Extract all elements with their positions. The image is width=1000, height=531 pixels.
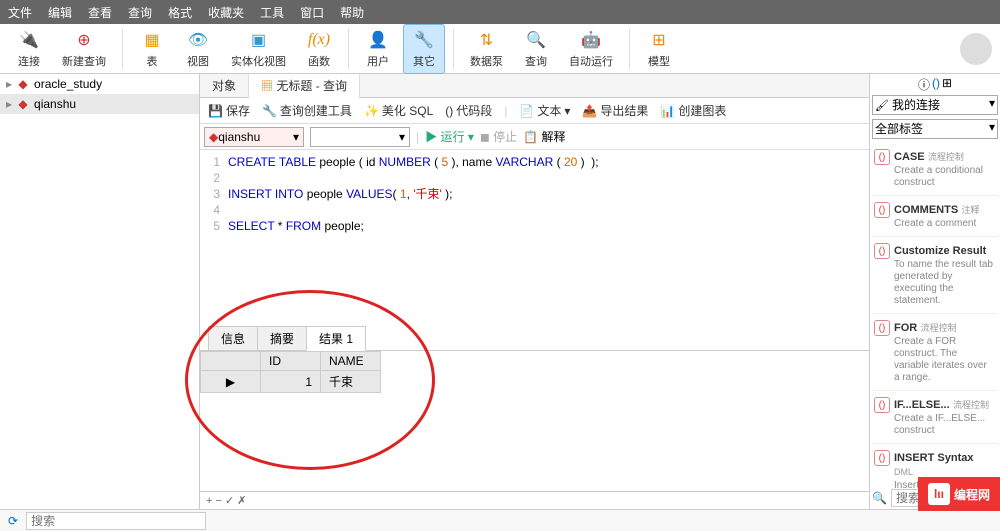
- editor-toolbar: 💾 保存 🔧 查询创建工具 ✨ 美化 SQL () 代码段 | 📄 文本 ▾ 📤…: [200, 98, 869, 124]
- toolbar-新建查询[interactable]: ⊕新建查询: [54, 25, 114, 73]
- snippet-CASE[interactable]: ()CASE 流程控制Create a conditional construc…: [872, 143, 998, 196]
- search-icon: 🔍: [872, 491, 887, 505]
- menubar: 文件编辑查看查询格式收藏夹工具窗口帮助: [0, 0, 1000, 24]
- col-id[interactable]: ID: [261, 352, 321, 371]
- snippet-button[interactable]: () 代码段: [445, 102, 492, 119]
- create-chart-button[interactable]: 📊 创建图表: [660, 102, 726, 119]
- toolbar-其它[interactable]: 🔧其它: [403, 24, 445, 74]
- toolbar-模型[interactable]: ⊞模型: [638, 25, 680, 73]
- toolbar-实体化视图[interactable]: ▣实体化视图: [223, 25, 294, 73]
- result-tab-结果 1[interactable]: 结果 1: [306, 326, 366, 351]
- cell[interactable]: 1: [261, 371, 321, 393]
- toolbar-自动运行[interactable]: 🤖自动运行: [561, 25, 621, 73]
- watermark-logo: lıı编程网: [918, 477, 1000, 511]
- bracket-icon[interactable]: (): [932, 76, 940, 93]
- snippet-Customize Result[interactable]: ()Customize Result To name the result ta…: [872, 237, 998, 314]
- menu-收藏夹[interactable]: 收藏夹: [208, 4, 244, 21]
- avatar[interactable]: [960, 33, 992, 65]
- schema-selector[interactable]: ▾: [310, 127, 410, 147]
- grid-icon[interactable]: ⊞: [942, 76, 952, 93]
- connection-tree: ▸◆oracle_study▸◆qianshu: [0, 74, 200, 509]
- main-toolbar: 🔌连接⊕新建查询 ▦表👁视图▣实体化视图f(x)函数 👤用户🔧其它 ⇅数据泵🔍查询🤖自…: [0, 24, 1000, 74]
- editor-tabs: 对象▦ 无标题 - 查询: [200, 74, 869, 98]
- menu-格式[interactable]: 格式: [168, 4, 192, 21]
- snippet-list: ()CASE 流程控制Create a conditional construc…: [872, 143, 998, 509]
- result-grid[interactable]: IDNAME ▶1千束: [200, 351, 869, 491]
- cell[interactable]: 千束: [321, 371, 381, 393]
- connection-filter[interactable]: 🖌 我的连接 ▾: [872, 95, 998, 115]
- toolbar-函数[interactable]: f(x)函数: [298, 25, 340, 73]
- menu-窗口[interactable]: 窗口: [300, 4, 324, 21]
- query-builder-button[interactable]: 🔧 查询创建工具: [262, 102, 352, 119]
- save-button[interactable]: 💾 保存: [208, 102, 250, 119]
- run-button[interactable]: ▶ 运行 ▾: [425, 128, 474, 145]
- statusbar: ⟳: [0, 509, 1000, 531]
- result-tab-信息[interactable]: 信息: [208, 326, 258, 350]
- tree-oracle_study[interactable]: ▸◆oracle_study: [0, 74, 199, 94]
- toolbar-查询[interactable]: 🔍查询: [515, 25, 557, 73]
- snippet-FOR[interactable]: ()FOR 流程控制Create a FOR construct. The va…: [872, 314, 998, 391]
- tree-qianshu[interactable]: ▸◆qianshu: [0, 94, 199, 114]
- snippet-IF...ELSE...[interactable]: ()IF...ELSE... 流程控制Create a IF...ELSE...…: [872, 391, 998, 444]
- menu-帮助[interactable]: 帮助: [340, 4, 364, 21]
- tree-search-input[interactable]: [26, 512, 206, 530]
- menu-查看[interactable]: 查看: [88, 4, 112, 21]
- toolbar-表[interactable]: ▦表: [131, 25, 173, 73]
- sql-editor[interactable]: 12345 CREATE TABLE people ( id NUMBER ( …: [200, 150, 869, 327]
- tag-filter[interactable]: 全部标签 ▾: [872, 119, 998, 139]
- menu-查询[interactable]: 查询: [128, 4, 152, 21]
- menu-文件[interactable]: 文件: [8, 4, 32, 21]
- tab-对象[interactable]: 对象: [200, 74, 249, 98]
- connection-bar: ◆ qianshu ▾ ▾ | ▶ 运行 ▾ ◼ 停止 📋 解释: [200, 124, 869, 150]
- toolbar-连接[interactable]: 🔌连接: [8, 25, 50, 73]
- toolbar-视图[interactable]: 👁视图: [177, 25, 219, 73]
- tab-无标题 - 查询[interactable]: ▦ 无标题 - 查询: [249, 74, 360, 98]
- export-result-button[interactable]: 📤 导出结果: [582, 102, 648, 119]
- menu-编辑[interactable]: 编辑: [48, 4, 72, 21]
- toolbar-用户[interactable]: 👤用户: [357, 25, 399, 73]
- snippet-COMMENTS[interactable]: ()COMMENTS 注释Create a comment: [872, 196, 998, 237]
- info-icon[interactable]: ⓘ: [918, 76, 930, 93]
- col-name[interactable]: NAME: [321, 352, 381, 371]
- toolbar-数据泵[interactable]: ⇅数据泵: [462, 25, 511, 73]
- db-selector[interactable]: ◆ qianshu ▾: [204, 127, 304, 147]
- result-tabs: 信息摘要结果 1: [200, 327, 869, 351]
- explain-button[interactable]: 📋 解释: [523, 128, 565, 145]
- beautify-sql-button[interactable]: ✨ 美化 SQL: [364, 102, 433, 119]
- menu-工具[interactable]: 工具: [260, 4, 284, 21]
- refresh-icon[interactable]: ⟳: [8, 514, 18, 528]
- snippet-panel: ⓘ () ⊞ 🖌 我的连接 ▾ 全部标签 ▾ ()CASE 流程控制Create…: [870, 74, 1000, 509]
- stop-button[interactable]: ◼ 停止: [480, 128, 517, 145]
- row-indicator: ▶: [201, 371, 261, 393]
- result-tab-摘要[interactable]: 摘要: [257, 326, 307, 350]
- text-button[interactable]: 📄 文本 ▾: [519, 102, 570, 119]
- line-gutter: 12345: [200, 150, 224, 327]
